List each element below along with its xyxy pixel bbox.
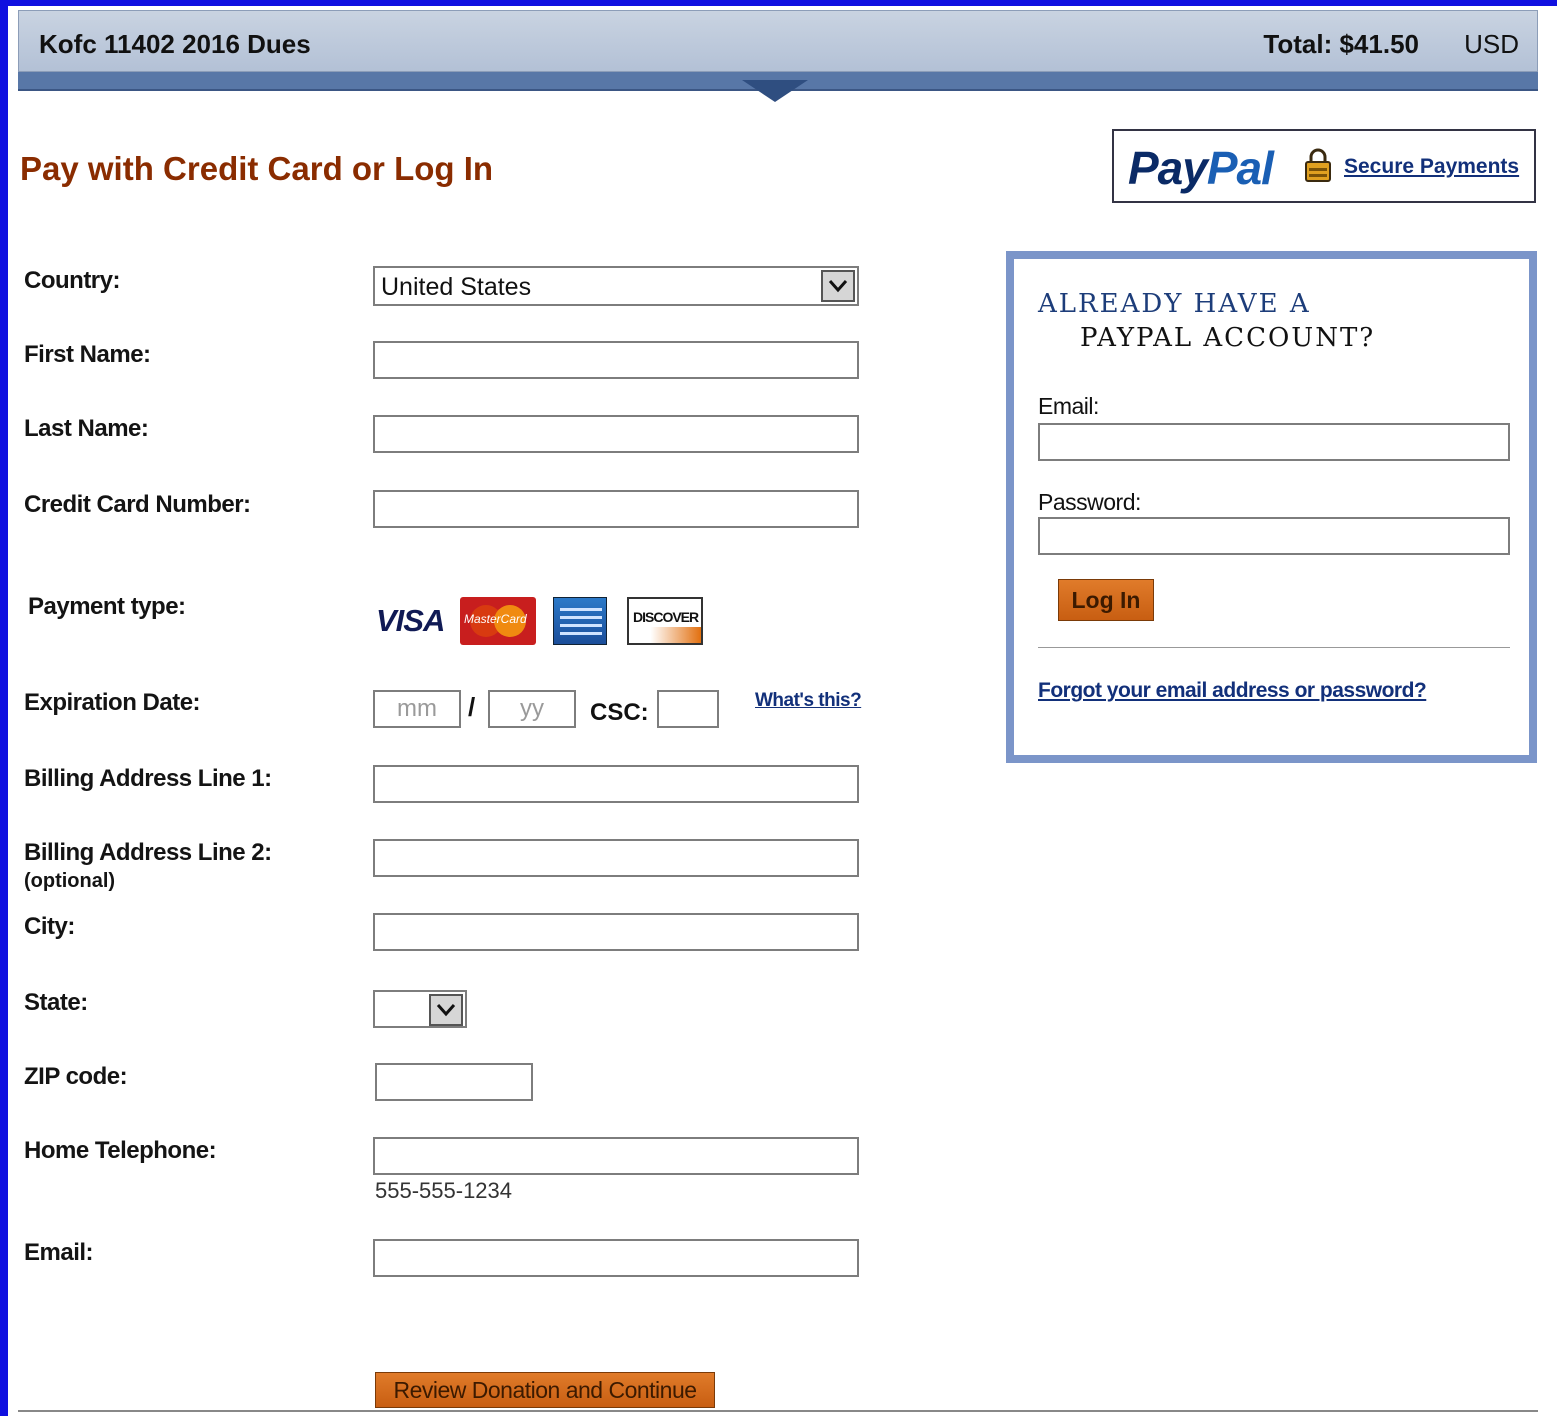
secure-payments-link[interactable]: Secure Payments <box>1344 155 1519 179</box>
expiration-label: Expiration Date: <box>24 689 201 716</box>
login-divider <box>1038 647 1510 648</box>
city-input[interactable] <box>373 913 859 951</box>
visa-card-icon: VISA <box>376 603 445 638</box>
order-title: Kofc 11402 2016 Dues <box>39 29 311 59</box>
address2-optional-note: (optional) <box>24 870 116 892</box>
country-label: Country: <box>24 267 120 294</box>
chevron-down-icon[interactable] <box>429 994 463 1026</box>
amex-card-icon <box>553 597 607 645</box>
login-heading-line1: ALREADY HAVE A <box>1038 289 1311 319</box>
order-total: Total: $41.50 <box>1263 29 1419 59</box>
page-title: Pay with Credit Card or Log In <box>20 150 494 187</box>
phone-format-hint: 555-555-1234 <box>375 1178 513 1203</box>
address1-label: Billing Address Line 1: <box>24 765 272 792</box>
login-email-input[interactable] <box>1038 423 1510 461</box>
csc-label: CSC: <box>590 699 649 726</box>
review-continue-button[interactable]: Review Donation and Continue <box>375 1372 715 1408</box>
email-input[interactable] <box>373 1239 859 1277</box>
zip-input[interactable] <box>375 1063 533 1101</box>
discover-card-icon: DISCOVER <box>627 597 703 645</box>
country-select[interactable]: United States <box>373 266 859 306</box>
last-name-input[interactable] <box>373 415 859 453</box>
payment-type-label: Payment type: <box>28 593 186 620</box>
login-password-input[interactable] <box>1038 517 1510 555</box>
chevron-down-icon[interactable] <box>821 270 855 302</box>
paypal-badge: PayPal Secure Payments <box>1112 129 1536 203</box>
state-select[interactable] <box>373 990 467 1028</box>
whats-this-link[interactable]: What's this? <box>755 690 862 712</box>
csc-input[interactable] <box>657 690 719 728</box>
paypal-logo: PayPal <box>1128 142 1274 194</box>
email-label: Email: <box>24 1239 94 1266</box>
login-password-label: Password: <box>1038 489 1141 515</box>
zip-label: ZIP code: <box>24 1063 128 1090</box>
mastercard-icon: MasterCard <box>460 597 536 645</box>
login-heading-line2: PAYPAL ACCOUNT? <box>1080 323 1376 353</box>
city-label: City: <box>24 913 75 940</box>
first-name-label: First Name: <box>24 341 151 368</box>
login-button[interactable]: Log In <box>1058 579 1154 621</box>
expiration-year-input[interactable]: yy <box>488 690 576 728</box>
login-email-label: Email: <box>1038 393 1099 419</box>
expiration-month-input[interactable]: mm <box>373 690 461 728</box>
forgot-credentials-link[interactable]: Forgot your email address or password? <box>1038 679 1427 703</box>
phone-label: Home Telephone: <box>24 1137 217 1164</box>
date-separator: / <box>468 692 476 722</box>
card-number-input[interactable] <box>373 490 859 528</box>
window-frame-top <box>0 0 1557 6</box>
lock-icon <box>1305 148 1331 182</box>
last-name-label: Last Name: <box>24 415 149 442</box>
divider <box>18 1410 1538 1412</box>
phone-input[interactable] <box>373 1137 859 1175</box>
address2-label: Billing Address Line 2: <box>24 839 272 866</box>
expand-arrow-icon[interactable] <box>742 80 808 102</box>
first-name-input[interactable] <box>373 341 859 379</box>
country-selected-value: United States <box>381 273 532 301</box>
paypal-login-panel: ALREADY HAVE A PAYPAL ACCOUNT? Email: Pa… <box>1006 251 1537 763</box>
order-header: Kofc 11402 2016 Dues Total: $41.50 USD <box>18 10 1538 72</box>
address2-input[interactable] <box>373 839 859 877</box>
state-label: State: <box>24 989 88 1016</box>
order-currency: USD <box>1464 29 1519 59</box>
address1-input[interactable] <box>373 765 859 803</box>
window-frame-left <box>0 0 8 1416</box>
card-number-label: Credit Card Number: <box>24 491 251 518</box>
